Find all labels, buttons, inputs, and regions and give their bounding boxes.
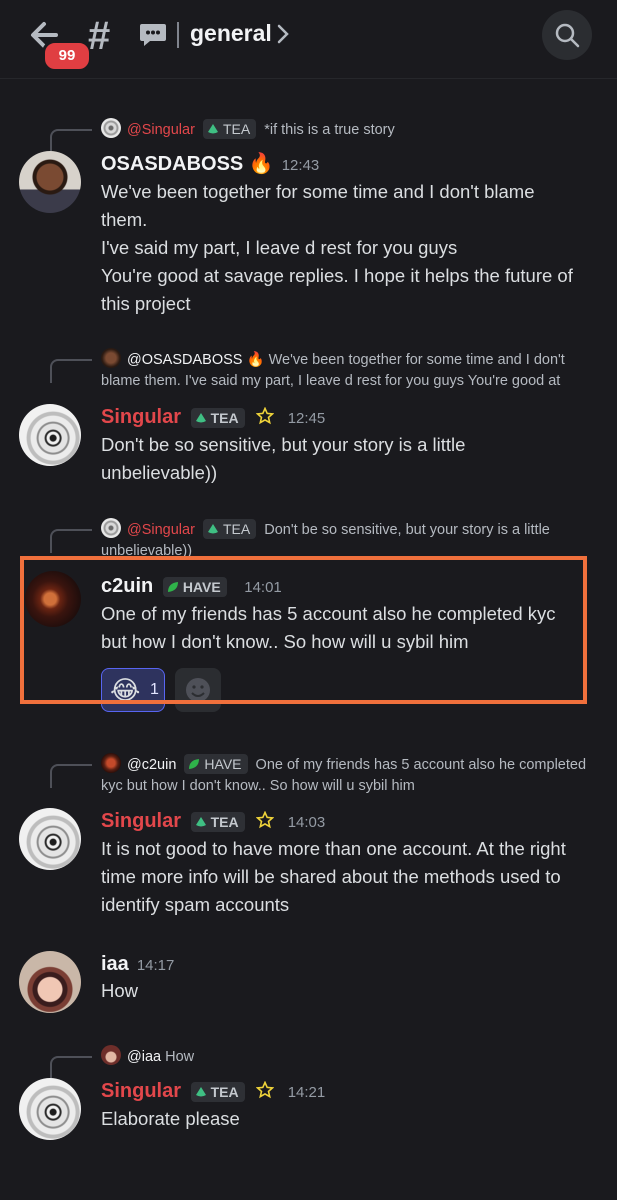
message-content: Elaborate please	[101, 1108, 240, 1129]
timestamp: 12:43	[281, 157, 320, 174]
avatar	[101, 1045, 121, 1065]
reply-connector	[50, 129, 92, 153]
tea-leaf-icon	[195, 1087, 206, 1097]
have-leaf-icon	[189, 759, 200, 769]
channel-header: 99 # general	[0, 0, 617, 79]
role-tag: TEA	[202, 519, 257, 539]
message-content: How	[101, 980, 139, 1001]
search-icon	[555, 23, 580, 48]
role-tag: TEA	[202, 119, 257, 139]
message-content: It is not good to have more than one acc…	[101, 838, 566, 915]
reply-connector	[50, 529, 92, 553]
reply-reference[interactable]: @c2uin HAVE One of my friends has 5 acco…	[101, 753, 601, 797]
timestamp: 14:21	[287, 1084, 326, 1101]
tea-leaf-icon	[195, 413, 206, 423]
avatar[interactable]	[19, 1078, 81, 1140]
reply-connector	[50, 1056, 92, 1080]
reply-reference[interactable]: @iaa How	[101, 1045, 194, 1068]
author-name[interactable]: Singular TEA 14:21	[101, 1078, 325, 1106]
timestamp: 14:17	[136, 957, 175, 974]
role-tag: TEA	[190, 408, 245, 428]
author-name[interactable]: OSASDABOSS 🔥 12:43	[101, 151, 319, 179]
tea-leaf-icon	[207, 124, 218, 134]
role-tag: HAVE	[184, 754, 248, 774]
search-button[interactable]	[542, 10, 592, 60]
avatar[interactable]	[19, 404, 81, 466]
reply-connector	[50, 359, 92, 383]
fire-emoji: 🔥	[248, 153, 274, 175]
chevron-right-icon[interactable]	[276, 22, 290, 46]
timestamp: 14:03	[287, 814, 326, 831]
message-content: We've been together for some time and I …	[101, 181, 573, 314]
role-tag: TEA	[190, 1082, 245, 1102]
tea-leaf-icon	[207, 524, 218, 534]
author-name[interactable]: iaa 14:17	[101, 951, 174, 979]
unread-badge: 99	[42, 40, 92, 72]
avatar	[101, 118, 121, 138]
avatar	[101, 518, 121, 538]
avatar	[101, 753, 121, 773]
reply-reference[interactable]: @Singular TEA *if this is a true story	[101, 118, 395, 141]
hash-icon: #	[88, 14, 111, 58]
star-icon	[256, 811, 275, 829]
star-icon	[256, 407, 275, 425]
thread-bubble-icon	[140, 24, 166, 46]
avatar[interactable]	[19, 151, 81, 213]
avatar[interactable]	[19, 951, 81, 1013]
star-icon	[256, 1081, 275, 1099]
tea-leaf-icon	[195, 817, 206, 827]
reply-connector	[50, 764, 92, 788]
author-name[interactable]: Singular TEA 14:03	[101, 808, 325, 836]
divider	[177, 22, 179, 48]
author-name[interactable]: Singular TEA 12:45	[101, 404, 325, 432]
avatar[interactable]	[19, 808, 81, 870]
channel-title[interactable]: general	[190, 20, 272, 47]
timestamp: 12:45	[287, 410, 326, 427]
role-tag: TEA	[190, 812, 245, 832]
avatar	[101, 348, 121, 368]
message-content: Don't be so sensitive, but your story is…	[101, 434, 466, 483]
reply-reference[interactable]: @OSASDABOSS 🔥 We've been together for so…	[101, 348, 601, 392]
highlight-box	[20, 556, 587, 704]
